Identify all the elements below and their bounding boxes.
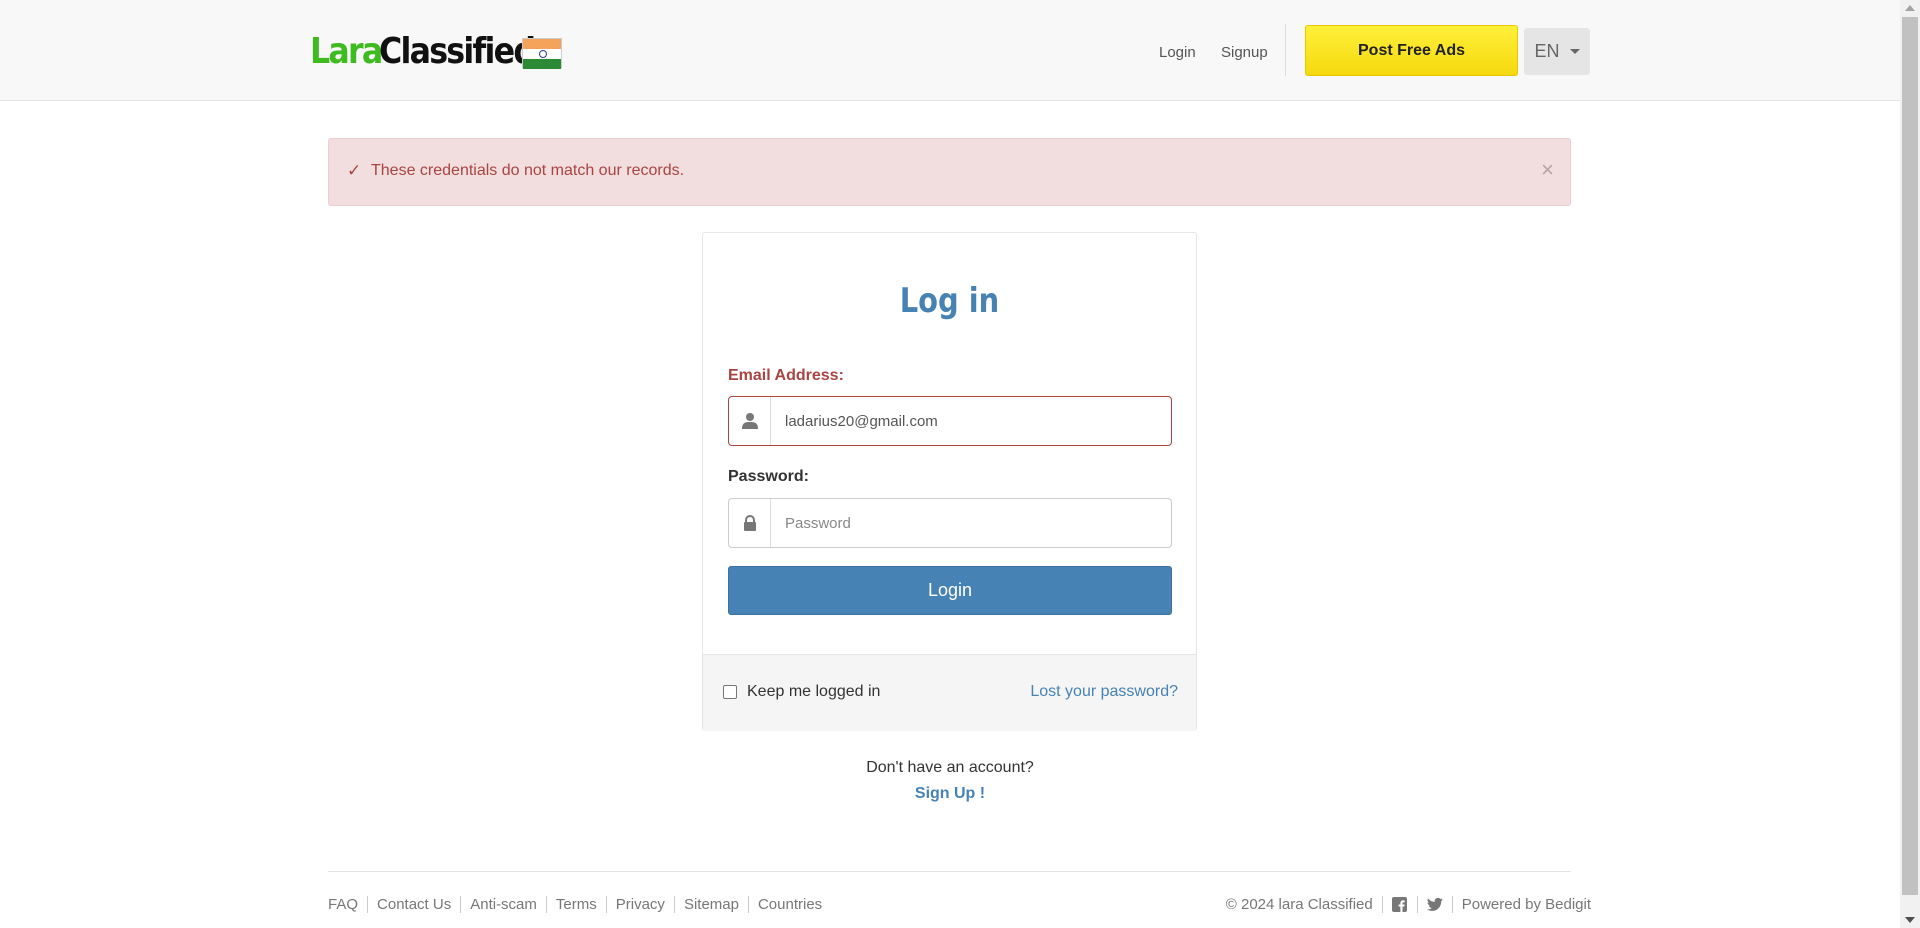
email-input[interactable] <box>771 397 1171 445</box>
signup-link[interactable]: Sign Up ! <box>0 785 1900 803</box>
page-title: Log in <box>899 281 1000 321</box>
facebook-icon[interactable] <box>1392 897 1408 913</box>
login-panel: Log in Email Address: Password: Login Ke… <box>702 232 1197 731</box>
footer-link-contact[interactable]: Contact Us <box>367 896 460 913</box>
error-alert: ✓ These credentials do not match our rec… <box>328 138 1571 206</box>
language-dropdown[interactable]: EN <box>1524 28 1590 75</box>
caret-down-icon <box>1569 49 1580 54</box>
language-label: EN <box>1534 41 1560 61</box>
login-panel-footer: Keep me logged in Lost your password? <box>703 654 1196 731</box>
footer-link-anti-scam[interactable]: Anti-scam <box>460 896 546 913</box>
nav-login-link[interactable]: Login <box>1159 44 1196 61</box>
scroll-down-icon[interactable] <box>1905 917 1915 923</box>
logo-lara-text: Lara <box>310 30 383 72</box>
site-logo[interactable]: Lara Classified <box>310 30 556 72</box>
remember-label: Keep me logged in <box>747 683 881 700</box>
scroll-up-icon[interactable] <box>1905 5 1915 11</box>
email-field-group <box>728 396 1172 446</box>
signup-link-label[interactable]: Sign Up ! <box>915 785 985 802</box>
scroll-thumb[interactable] <box>1902 17 1918 895</box>
password-label: Password: <box>728 468 809 485</box>
logo-classified-text: Classified <box>379 30 536 72</box>
page-scrollbar[interactable] <box>1900 0 1920 928</box>
post-free-ads-button[interactable]: Post Free Ads <box>1305 25 1518 76</box>
footer-link-terms[interactable]: Terms <box>545 896 606 913</box>
site-header: Lara Classified Login Signup Post Free A… <box>0 0 1900 101</box>
footer-link-sitemap[interactable]: Sitemap <box>673 896 748 913</box>
footer-link-faq[interactable]: FAQ <box>328 896 367 913</box>
footer-link-privacy[interactable]: Privacy <box>605 896 674 913</box>
remember-me[interactable]: Keep me logged in <box>723 683 880 701</box>
footer-right: © 2024 lara Classified Powered by Bedigi… <box>1226 896 1591 913</box>
footer-links: FAQ Contact Us Anti-scam Terms Privacy S… <box>328 896 831 913</box>
nav-signup-link[interactable]: Signup <box>1221 44 1268 61</box>
lock-icon <box>729 499 771 547</box>
checkmark-icon: ✓ <box>347 161 362 180</box>
powered-by-text: Powered by Bedigit <box>1461 896 1591 913</box>
india-flag-icon[interactable] <box>522 38 562 69</box>
login-button[interactable]: Login <box>728 566 1172 615</box>
lost-password-link[interactable]: Lost your password? <box>1030 683 1178 701</box>
copyright-text: © 2024 lara Classified <box>1225 896 1373 913</box>
alert-message: These credentials do not match our recor… <box>371 162 685 179</box>
footer-divider <box>328 871 1571 872</box>
remember-checkbox[interactable] <box>723 685 737 699</box>
password-field-group <box>728 498 1172 548</box>
password-input[interactable] <box>771 499 1171 547</box>
email-label: Email Address: <box>728 367 844 384</box>
user-icon <box>729 397 771 445</box>
footer-link-countries[interactable]: Countries <box>747 896 831 913</box>
no-account-text: Don't have an account? <box>866 759 1034 776</box>
nav-divider <box>1285 24 1286 76</box>
close-icon[interactable]: × <box>1541 157 1554 183</box>
twitter-icon[interactable] <box>1426 897 1443 913</box>
